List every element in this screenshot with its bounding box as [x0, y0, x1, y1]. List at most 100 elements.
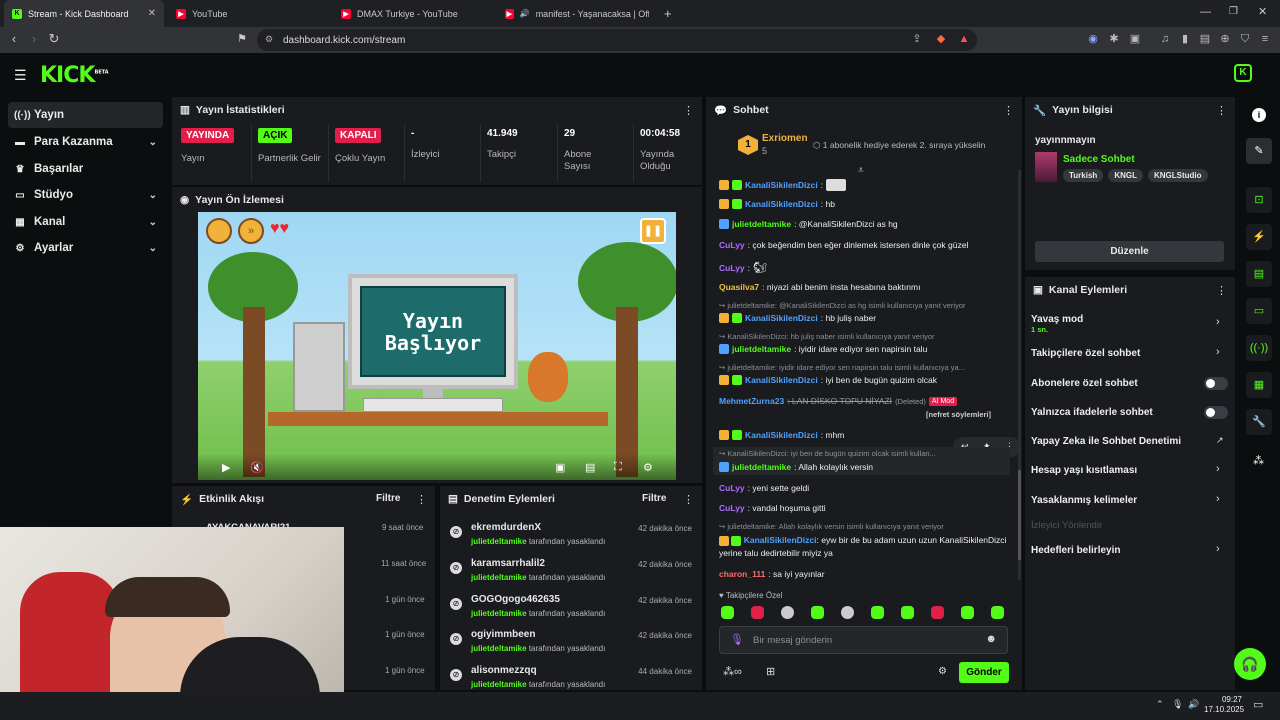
- edit-icon[interactable]: ✎: [1246, 138, 1272, 164]
- scrollbar-thumb[interactable]: [1018, 470, 1021, 560]
- tab-dmax[interactable]: ▶ DMAX Turkiye - YouTube: [333, 0, 493, 27]
- shield-icon[interactable]: ⛉: [1238, 32, 1252, 46]
- chat-user[interactable]: KanaliSikilenDizci: [745, 375, 818, 385]
- extension-icon[interactable]: ◉: [1086, 32, 1100, 46]
- chat-user[interactable]: CuLyy: [719, 483, 745, 493]
- tray-chevron-icon[interactable]: ⌃: [1156, 699, 1164, 710]
- profile-icon[interactable]: K: [1234, 64, 1252, 82]
- kebab-menu-icon[interactable]: ⋮: [683, 493, 694, 506]
- collapse-icon[interactable]: ⩡: [858, 165, 864, 176]
- chevron-right-icon[interactable]: ›: [1216, 463, 1220, 475]
- chat-message[interactable]: KanaliSikilenDizci:: [719, 179, 847, 191]
- sidebar-item-kanal[interactable]: ▦ Kanal ⌄: [8, 209, 163, 235]
- kebab-menu-icon[interactable]: ⋮: [1216, 284, 1227, 297]
- emotes-only-toggle[interactable]: [1204, 406, 1228, 419]
- chat-user[interactable]: charon_111: [719, 569, 765, 579]
- close-window-button[interactable]: ✕: [1258, 5, 1267, 18]
- chevron-right-icon[interactable]: ›: [1216, 346, 1220, 358]
- new-tab-button[interactable]: +: [664, 6, 672, 21]
- sidebar-item-basarilar[interactable]: ♛ Başarılar: [8, 156, 163, 182]
- chat-user[interactable]: KanaliSikilenDizci: [745, 430, 818, 440]
- play-icon[interactable]: ▶: [222, 461, 230, 474]
- chat-user[interactable]: julietdeltamike: [732, 462, 791, 472]
- chat-user[interactable]: KanaliSikilenDizci: [745, 199, 818, 209]
- chat-settings-icon[interactable]: ⚙: [938, 666, 947, 677]
- emote-icon[interactable]: [841, 606, 854, 619]
- chat-message[interactable]: CuLyy: vandal hoşuma gitti: [719, 503, 826, 513]
- kebab-menu-icon[interactable]: ⋮: [1003, 104, 1014, 117]
- filter-button[interactable]: Filtre: [642, 493, 666, 504]
- chat-scrollbar[interactable]: [1018, 170, 1021, 580]
- chat-user[interactable]: CuLyy: [719, 263, 745, 273]
- bookmark-icon[interactable]: ⚑: [234, 31, 250, 47]
- site-info-icon[interactable]: ⚙: [265, 34, 273, 45]
- chat-user[interactable]: KanaliSikilenDizci: [745, 313, 818, 323]
- back-icon[interactable]: ‹: [6, 31, 22, 47]
- mute-icon[interactable]: 🔇: [250, 461, 264, 474]
- emote-icon[interactable]: [811, 606, 824, 619]
- chat-user[interactable]: Quasilva7: [719, 282, 759, 292]
- chat-message[interactable]: Quasilva7: niyazi abi benim insta hesabı…: [719, 282, 920, 292]
- rewards-icon[interactable]: ▲: [957, 32, 971, 46]
- reload-icon[interactable]: ↻: [46, 31, 62, 47]
- kebab-menu-icon[interactable]: ⋮: [1216, 104, 1227, 117]
- gift-icon[interactable]: ⊞: [766, 665, 775, 678]
- moderation-row[interactable]: ⊘ ekremdurdenX julietdeltamike tarafından …: [448, 520, 694, 554]
- tag[interactable]: KNGLStudio: [1147, 169, 1208, 182]
- close-icon[interactable]: ✕: [148, 8, 156, 19]
- hamburger-menu-icon[interactable]: ☰: [14, 67, 27, 84]
- wallet-icon[interactable]: ▤: [1198, 32, 1212, 46]
- chat-message-deleted[interactable]: MehmetZurna23: LAN DİSKO TOPU NİYAZİ (Del…: [719, 396, 958, 406]
- tag[interactable]: KNGL: [1108, 169, 1143, 182]
- emoji-icon[interactable]: ☻: [985, 633, 997, 645]
- chat-message[interactable]: KanaliSikilenDizci: hb: [719, 199, 835, 209]
- vpn-icon[interactable]: ⊕: [1218, 32, 1232, 46]
- minimize-button[interactable]: —: [1200, 6, 1211, 18]
- chat-user[interactable]: CuLyy: [719, 240, 745, 250]
- maximize-button[interactable]: ❐: [1229, 6, 1238, 17]
- ai-moderation[interactable]: Yapay Zeka ile Sohbet Denetimi: [1031, 436, 1181, 447]
- chat-message[interactable]: CuLyy: 🐿: [719, 261, 767, 274]
- chat-message[interactable]: KanaliSikilenDizci: eyw bir de bu adam u…: [719, 534, 1009, 560]
- moderation-row[interactable]: ⊘ karamsarrhalil2 julietdeltamike tarafınd…: [448, 556, 694, 590]
- lightning-icon[interactable]: ⚡: [1246, 224, 1272, 250]
- sidebar-item-para-kazanma[interactable]: ▬ Para Kazanma ⌄: [8, 129, 163, 155]
- chat-message[interactable]: CuLyy: yeni sette geldi: [719, 483, 809, 493]
- chat-message[interactable]: charon_111: sa iyi yayınlar: [719, 569, 825, 579]
- sidebar-icon[interactable]: ▮: [1178, 32, 1192, 46]
- document-icon[interactable]: ▤: [1246, 261, 1272, 287]
- edit-button[interactable]: Düzenle: [1035, 241, 1224, 262]
- emote-icon[interactable]: [721, 606, 734, 619]
- settings-icon[interactable]: ⚙: [643, 461, 653, 474]
- chevron-right-icon[interactable]: ›: [1216, 316, 1220, 328]
- chat-input[interactable]: 🎙 Bir mesaj gönderin ☻: [719, 626, 1008, 654]
- points-icon[interactable]: ⁂: [1253, 454, 1264, 467]
- send-button[interactable]: Gönder: [959, 662, 1009, 683]
- chat-user[interactable]: KanaliSikilenDizci: [745, 180, 818, 190]
- category-name[interactable]: Sadece Sohbet: [1063, 154, 1135, 165]
- wrench-icon[interactable]: 🔧: [1246, 409, 1272, 435]
- chevron-right-icon[interactable]: ›: [1216, 493, 1220, 505]
- emote-icon[interactable]: [991, 606, 1004, 619]
- notification-icon[interactable]: ▭: [1253, 698, 1263, 711]
- kebab-menu-icon[interactable]: ⋮: [683, 104, 694, 117]
- fullscreen-icon[interactable]: ⛶: [614, 461, 622, 474]
- emote-icon[interactable]: [871, 606, 884, 619]
- brave-shield-icon[interactable]: ◆: [934, 32, 948, 46]
- url-field[interactable]: ⚙ dashboard.kick.com/stream: [257, 29, 977, 51]
- kebab-menu-icon[interactable]: ⋮: [416, 493, 427, 506]
- tab-manifest[interactable]: ▶ 🔊 manifest - Yaşanacaksa | Official: [497, 0, 657, 27]
- broadcast-icon[interactable]: ((·)): [1246, 335, 1272, 361]
- sidebar-item-studyo[interactable]: ▭ Stüdyo ⌄: [8, 182, 163, 208]
- puzzle-icon[interactable]: ✱: [1107, 32, 1121, 46]
- support-icon[interactable]: 🎧: [1234, 648, 1266, 680]
- volume-icon[interactable]: 🔊: [1188, 699, 1199, 710]
- stream-preview[interactable]: Yayın Başlıyor » ♥♥ ❚❚ ▶ 🔇 ▣ ▤ ⛶ ⚙: [198, 212, 676, 480]
- microphone-icon[interactable]: 🎙: [730, 633, 744, 646]
- layout-icon[interactable]: ▦: [1246, 372, 1272, 398]
- emote-icon[interactable]: [961, 606, 974, 619]
- emote-icon[interactable]: [781, 606, 794, 619]
- target-icon[interactable]: ⊡: [1246, 187, 1272, 213]
- external-link-icon[interactable]: ↗: [1216, 435, 1224, 446]
- set-goals[interactable]: Hedefleri belirleyin: [1031, 545, 1120, 556]
